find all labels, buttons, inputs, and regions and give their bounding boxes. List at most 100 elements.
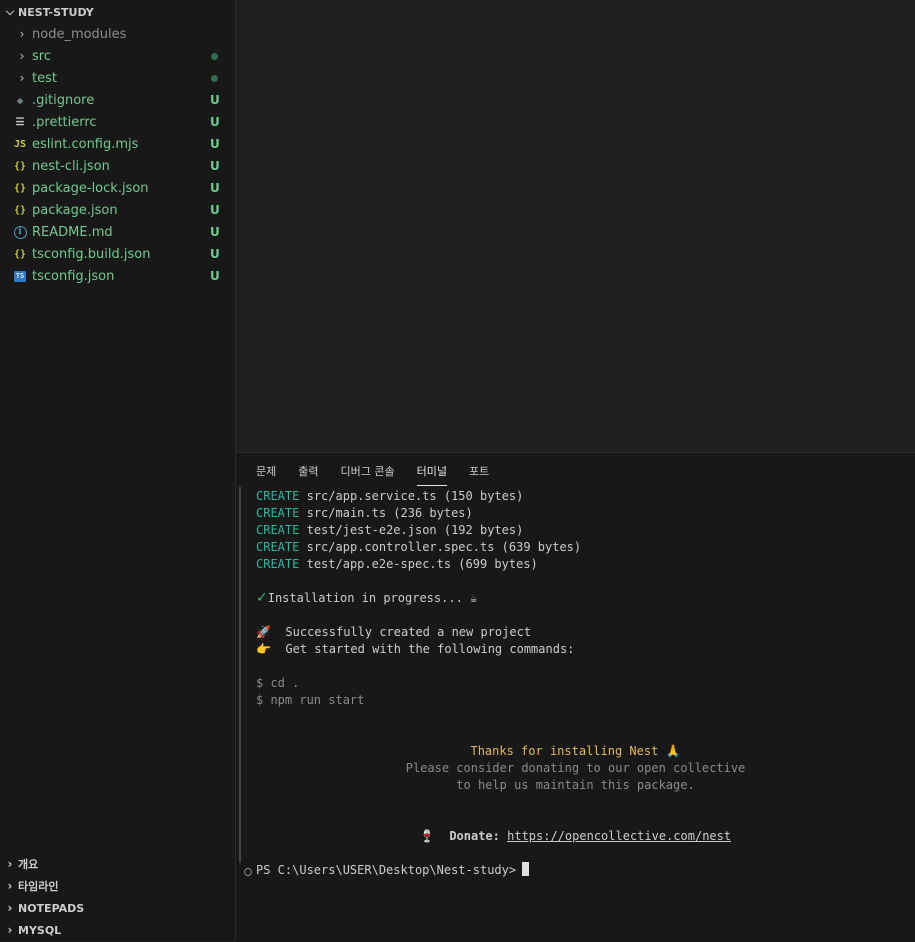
modified-dot-icon bbox=[211, 75, 218, 82]
tree-item-label: tsconfig.build.json bbox=[32, 246, 151, 262]
terminal-line: 👉 Get started with the following command… bbox=[256, 641, 574, 658]
terminal-line: ✓Installation in progress... ☕ bbox=[256, 590, 477, 607]
check-icon: ✓ bbox=[256, 590, 268, 606]
chevron-right-icon: › bbox=[7, 923, 13, 937]
create-path: src/app.service.ts (150 bytes) bbox=[306, 489, 524, 503]
create-keyword: CREATE bbox=[256, 506, 300, 520]
file-item[interactable]: JS eslint.config.mjs U bbox=[0, 133, 235, 155]
chevron-right-icon: › bbox=[19, 27, 25, 41]
file-item[interactable]: i README.md U bbox=[0, 221, 235, 243]
donate-message-line2: to help us maintain this package. bbox=[456, 778, 695, 792]
success-message: Successfully created a new project bbox=[285, 625, 532, 639]
create-keyword: CREATE bbox=[256, 540, 300, 554]
terminal-line: CREATE test/app.e2e-spec.ts (699 bytes) bbox=[256, 556, 538, 573]
tree-item-label: README.md bbox=[32, 224, 113, 240]
tree-item-label: test bbox=[32, 70, 57, 86]
rocket-icon: 🚀 bbox=[256, 625, 271, 639]
panel-tabs: 문제 출력 디버그 콘솔 터미널 포트 bbox=[256, 463, 489, 487]
git-status-badge: U bbox=[210, 181, 220, 195]
tree-item-label: eslint.config.mjs bbox=[32, 136, 139, 152]
create-keyword: CREATE bbox=[256, 489, 300, 503]
tree-item-label: package-lock.json bbox=[32, 180, 149, 196]
ts-icon: TS bbox=[14, 271, 26, 282]
json-icon: {} bbox=[13, 248, 27, 260]
tab-terminal[interactable]: 터미널 bbox=[416, 463, 447, 486]
create-path: src/app.controller.spec.ts (639 bytes) bbox=[306, 540, 582, 554]
tree-item-label: .prettierrc bbox=[32, 114, 97, 130]
tree-item-label: .gitignore bbox=[32, 92, 95, 108]
terminal-line: CREATE src/app.service.ts (150 bytes) bbox=[256, 488, 523, 505]
folder-item[interactable]: › node_modules bbox=[0, 23, 235, 45]
tree-item-label: package.json bbox=[32, 202, 118, 218]
tab-ports[interactable]: 포트 bbox=[469, 463, 489, 485]
git-status-badge: U bbox=[210, 203, 220, 217]
terminal-prompt: PS C:\Users\USER\Desktop\Nest-study> bbox=[256, 863, 517, 877]
file-item[interactable]: {} package.json U bbox=[0, 199, 235, 221]
tree-item-label: tsconfig.json bbox=[32, 268, 115, 284]
create-path: src/main.ts (236 bytes) bbox=[306, 506, 473, 520]
chevron-right-icon: › bbox=[7, 879, 13, 893]
terminal-line: CREATE src/app.controller.spec.ts (639 b… bbox=[256, 539, 581, 556]
chevron-down-icon: ⌵ bbox=[5, 5, 15, 18]
get-started-message: Get started with the following commands: bbox=[285, 642, 575, 656]
terminal-line: 🚀 Successfully created a new project bbox=[256, 624, 531, 641]
donate-link[interactable]: https://opencollective.com/nest bbox=[507, 829, 731, 843]
modified-dot-icon bbox=[211, 53, 218, 60]
file-item[interactable]: {} nest-cli.json U bbox=[0, 155, 235, 177]
section-timeline-label: 타임라인 bbox=[18, 880, 59, 893]
lines-icon: ☰ bbox=[15, 116, 25, 128]
section-mysql[interactable]: › MYSQL bbox=[0, 919, 235, 941]
git-status-badge: U bbox=[210, 269, 220, 283]
json-icon: {} bbox=[13, 160, 27, 172]
file-item[interactable]: ◆ .gitignore U bbox=[0, 89, 235, 111]
info-icon: i bbox=[12, 225, 28, 239]
json-icon: {} bbox=[13, 182, 27, 194]
section-timeline[interactable]: › 타임라인 bbox=[0, 875, 235, 897]
file-item[interactable]: {} package-lock.json U bbox=[0, 177, 235, 199]
terminal-command: $ npm run start bbox=[256, 693, 365, 707]
terminal-command-gutter bbox=[239, 487, 241, 863]
create-keyword: CREATE bbox=[256, 557, 300, 571]
terminal-prompt-line[interactable]: PS C:\Users\USER\Desktop\Nest-study> bbox=[256, 862, 530, 879]
tab-problems[interactable]: 문제 bbox=[256, 463, 276, 485]
git-status-badge: U bbox=[210, 225, 220, 239]
chevron-right-icon: › bbox=[19, 71, 25, 85]
explorer-root-header[interactable]: ⌵ NEST-STUDY bbox=[0, 1, 235, 23]
tree-item-label: src bbox=[32, 48, 51, 64]
donate-label: Donate: bbox=[449, 829, 500, 843]
explorer-root-label: NEST-STUDY bbox=[18, 5, 94, 19]
section-outline[interactable]: › 개요 bbox=[0, 853, 235, 875]
bottom-panel: 문제 출력 디버그 콘솔 터미널 포트 CREATE src/app.servi… bbox=[236, 452, 915, 942]
tab-debug-console[interactable]: 디버그 콘솔 bbox=[341, 463, 395, 485]
chevron-right-icon: › bbox=[19, 49, 25, 63]
tree-item-label: node_modules bbox=[32, 26, 127, 42]
file-item[interactable]: TS tsconfig.json U bbox=[0, 265, 235, 287]
command-decoration-icon[interactable] bbox=[244, 868, 252, 876]
thanks-message: Thanks for installing Nest 🙏 bbox=[470, 744, 681, 758]
section-notepads[interactable]: › NOTEPADS bbox=[0, 897, 235, 919]
git-status-badge: U bbox=[210, 93, 220, 107]
file-item[interactable]: ☰ .prettierrc U bbox=[0, 111, 235, 133]
editor-area[interactable] bbox=[236, 0, 915, 452]
file-item[interactable]: {} tsconfig.build.json U bbox=[0, 243, 235, 265]
git-icon: ◆ bbox=[16, 93, 24, 107]
donate-message-line1: Please consider donating to our open col… bbox=[405, 761, 746, 775]
create-path: test/jest-e2e.json (192 bytes) bbox=[306, 523, 524, 537]
folder-item[interactable]: › src bbox=[0, 45, 235, 67]
git-status-badge: U bbox=[210, 159, 220, 173]
git-status-badge: U bbox=[210, 247, 220, 261]
terminal-command: $ cd . bbox=[256, 676, 300, 690]
json-icon: {} bbox=[13, 204, 27, 216]
create-path: test/app.e2e-spec.ts (699 bytes) bbox=[306, 557, 538, 571]
js-icon: JS bbox=[13, 138, 27, 150]
tree-item-label: nest-cli.json bbox=[32, 158, 110, 174]
folder-item[interactable]: › test bbox=[0, 67, 235, 89]
terminal-cursor bbox=[522, 862, 530, 876]
explorer-sidebar: ⌵ NEST-STUDY › node_modules › src › test ◆ .git… bbox=[0, 0, 236, 941]
terminal-line: CREATE src/main.ts (236 bytes) bbox=[256, 505, 473, 522]
create-keyword: CREATE bbox=[256, 523, 300, 537]
chevron-right-icon: › bbox=[7, 857, 13, 871]
tab-output[interactable]: 출력 bbox=[298, 463, 318, 485]
terminal-line: CREATE test/jest-e2e.json (192 bytes) bbox=[256, 522, 523, 539]
section-mysql-label: MYSQL bbox=[18, 923, 62, 937]
